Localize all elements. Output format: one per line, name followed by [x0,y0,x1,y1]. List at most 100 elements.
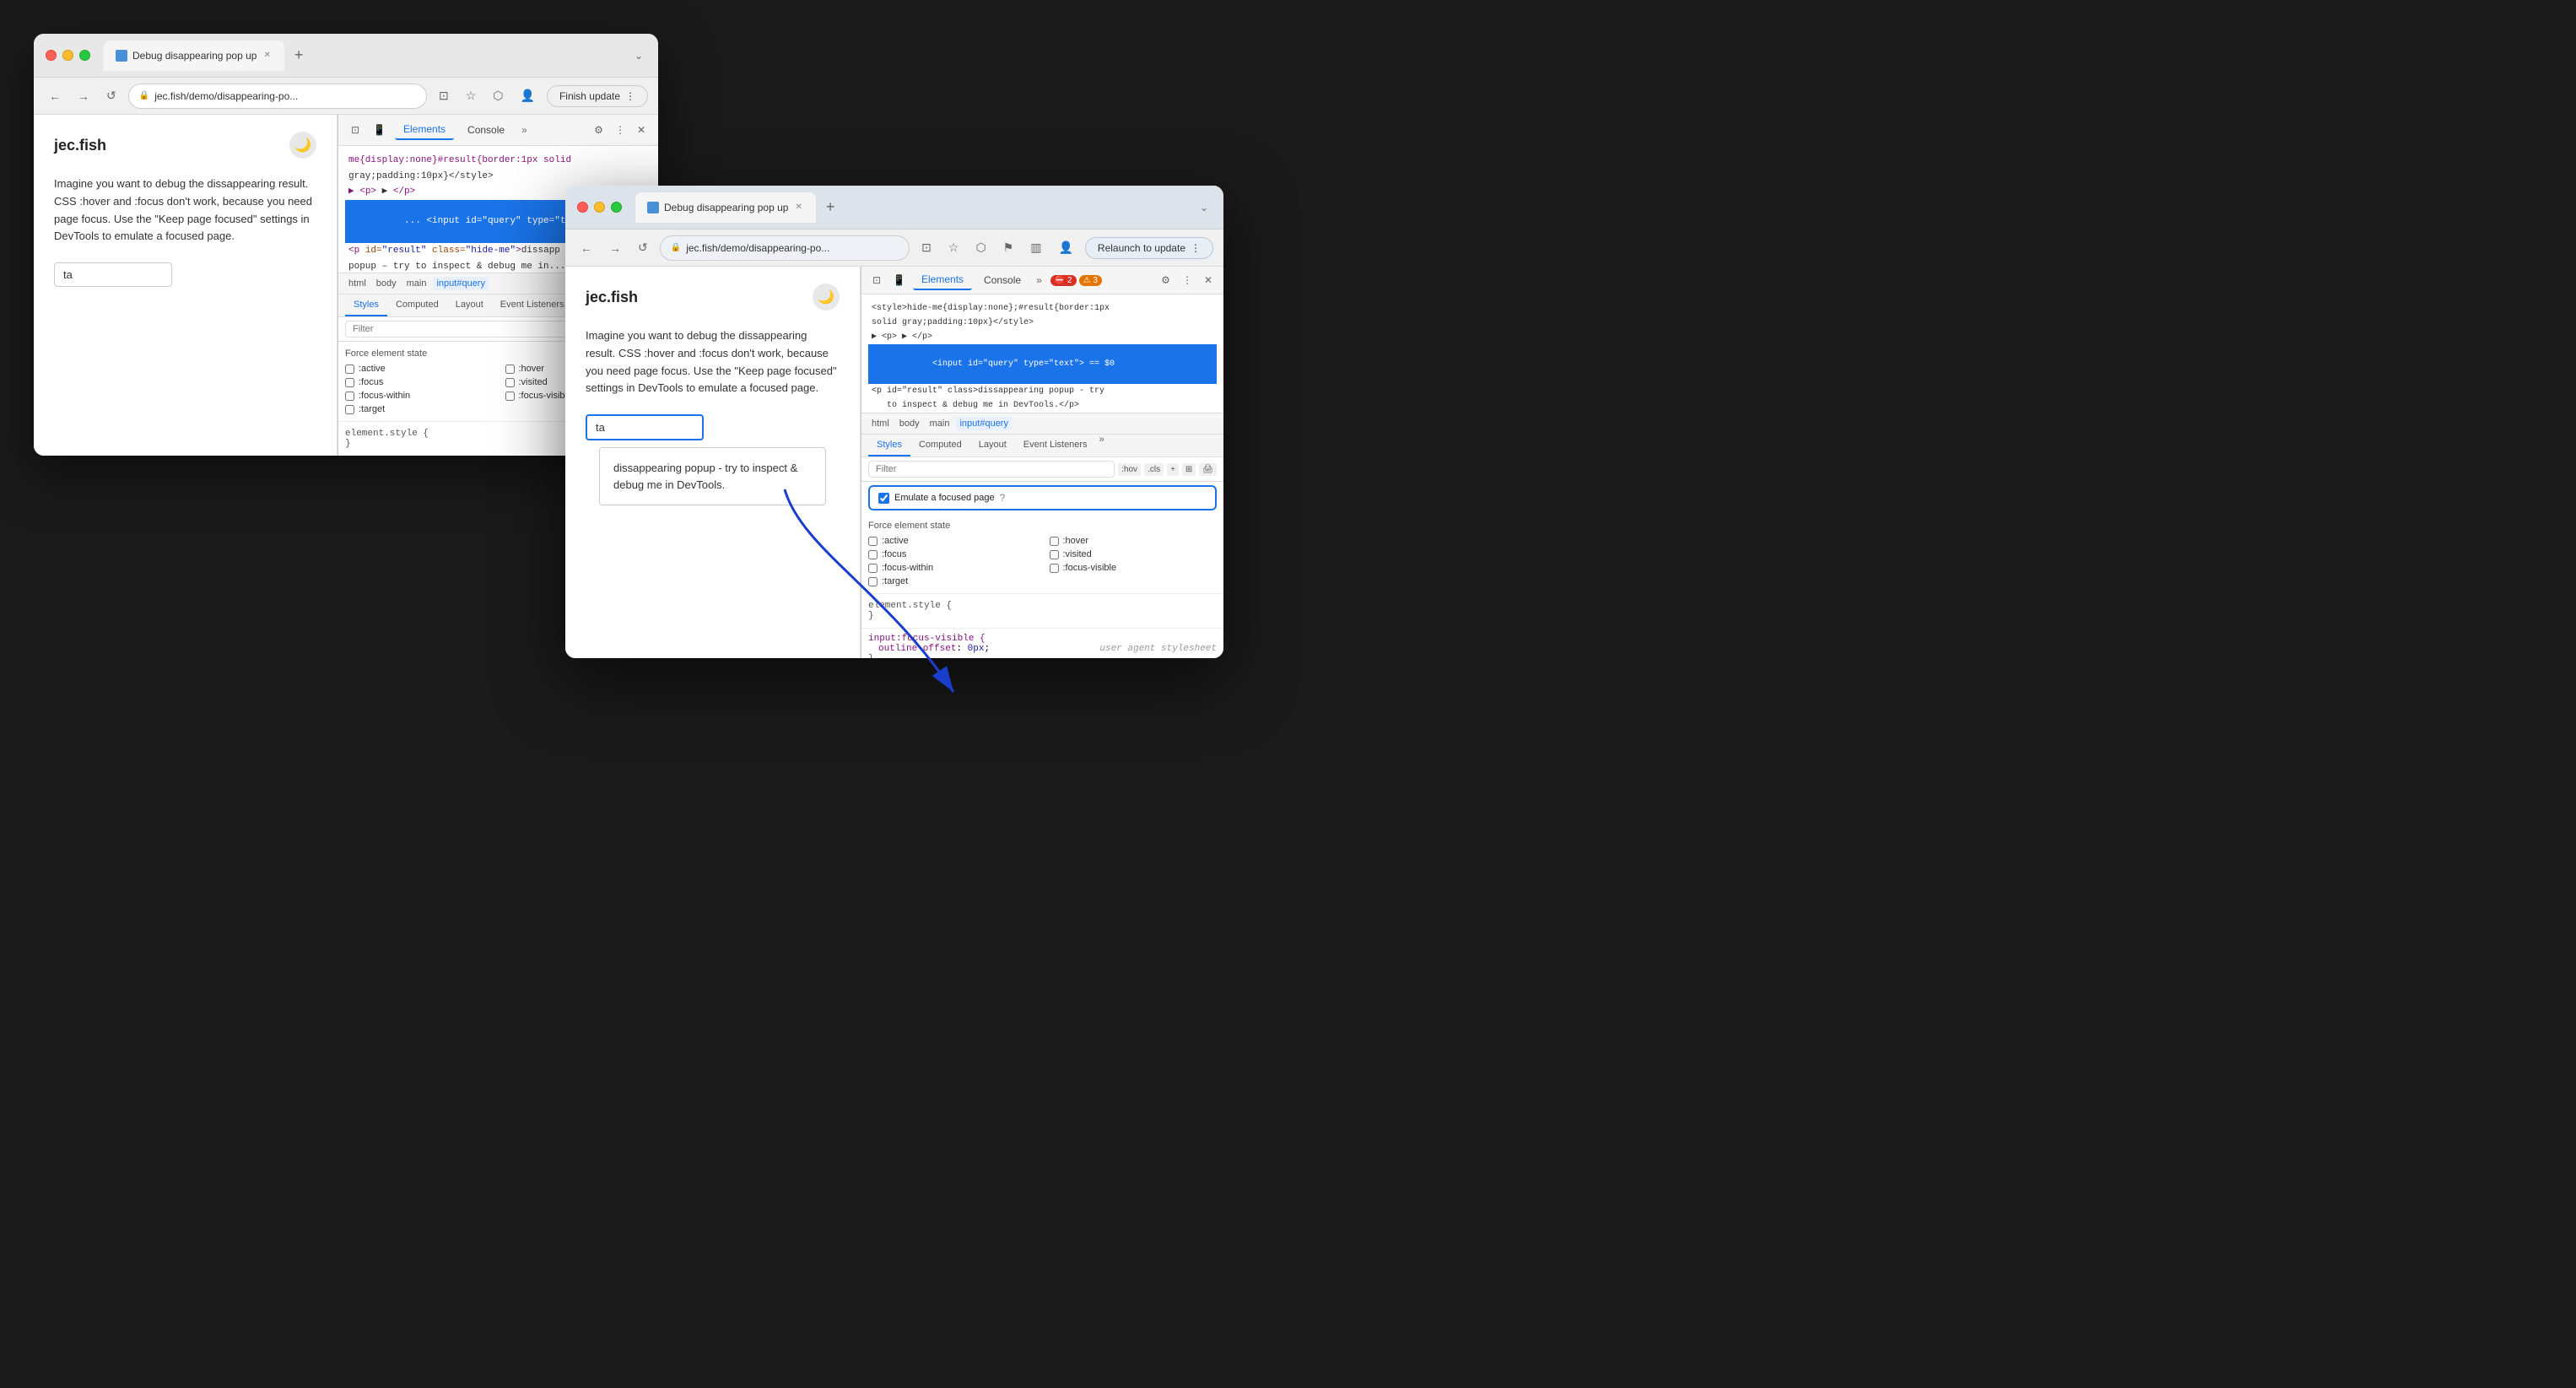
print-badge-2[interactable]: 🖨 [1199,463,1217,476]
reload-button-2[interactable]: ↺ [633,237,653,258]
layout-badge-2[interactable]: ⊞ [1182,463,1196,476]
bc2-body[interactable]: body [896,417,923,430]
cast-icon-1[interactable]: ⊡ [434,85,454,106]
settings-icon-2[interactable]: ⚙ [1157,272,1175,289]
focus-visible-state-2[interactable]: :focus-visible [1050,563,1218,573]
traffic-lights-1 [46,50,90,61]
devtools-2: ⊡ 📱 Elements Console » ⛔ 2 ⚠ 3 ⚙ ⋮ ✕ <st… [861,267,1223,658]
update-button-1[interactable]: Finish update ⋮ [547,85,648,107]
bc2-html[interactable]: html [868,417,893,430]
maximize-button-2[interactable] [611,202,622,213]
elements-tab-1[interactable]: Elements [395,120,454,140]
profile-icon-1[interactable]: 👤 [516,85,540,106]
bookmark-icon-2[interactable]: ☆ [943,237,964,258]
focus-state-2[interactable]: :focus [868,549,1036,559]
profile-icon-2[interactable]: 👤 [1053,237,1077,258]
close-button-2[interactable] [577,202,588,213]
bc2-input[interactable]: input#query [956,417,1012,430]
tab-close-2[interactable]: ✕ [793,201,803,213]
forward-button-2[interactable]: → [604,238,626,258]
active-state-2[interactable]: :active [868,536,1036,546]
more-tabs-2[interactable]: » [1033,271,1045,289]
more-tabs-1[interactable]: » [518,121,531,139]
extensions-icon-2[interactable]: ⬡ [970,237,991,258]
event-listeners-tab-2[interactable]: Event Listeners [1015,435,1096,456]
reload-button-1[interactable]: ↺ [101,85,122,106]
computed-tab-2[interactable]: Computed [910,435,970,456]
bc-html[interactable]: html [345,277,370,290]
bc-body[interactable]: body [373,277,400,290]
close-devtools-2[interactable]: ✕ [1200,272,1217,289]
new-tab-button-2[interactable]: + [819,195,842,219]
dom-line-2-6: to inspect & debug me in DevTools.</p> [868,398,1217,413]
query-input-1[interactable] [54,262,172,287]
focus-state[interactable]: :focus [345,377,492,387]
focus-within-state[interactable]: :focus-within [345,391,492,401]
active-state[interactable]: :active [345,364,492,374]
bc-input[interactable]: input#query [433,277,489,290]
dom-line-2-selected[interactable]: <input id="query" type="text"> == $0 [868,344,1217,384]
close-button[interactable] [46,50,57,61]
console-tab-2[interactable]: Console [975,271,1029,289]
bookmark-icon-1[interactable]: ☆ [461,85,482,106]
console-tab-1[interactable]: Console [459,121,513,139]
minimize-button[interactable] [62,50,73,61]
force-state-2: Force element state :active :hover :focu… [861,514,1223,593]
back-button-2[interactable]: ← [575,238,597,258]
filter-input-2[interactable] [868,461,1115,478]
sidebar-icon-2[interactable]: ▥ [1025,237,1046,258]
help-icon-2[interactable]: ? [1000,492,1006,504]
hover-state-2[interactable]: :hover [1050,536,1218,546]
address-bar-1[interactable]: 🔒 jec.fish/demo/disappearing-po... [128,84,427,109]
extensions-icon-1[interactable]: ⬡ [488,85,508,106]
hov-badge-2[interactable]: :hov [1118,463,1141,476]
maximize-button[interactable] [79,50,90,61]
update-button-2[interactable]: Relaunch to update ⋮ [1085,237,1213,259]
warn-badge-2: ⚠ 3 [1079,275,1102,286]
bc-main[interactable]: main [403,277,430,290]
event-listeners-tab-1[interactable]: Event Listeners [492,294,573,316]
target-state-2[interactable]: :target [868,576,1036,586]
force-state-title-2: Force element state [868,521,1217,531]
target-state[interactable]: :target [345,404,492,414]
back-button-1[interactable]: ← [44,86,66,106]
forward-button-1[interactable]: → [73,86,95,106]
layout-tab-1[interactable]: Layout [447,294,492,316]
styles-tab-2[interactable]: Styles [868,435,910,456]
inspect-icon-1[interactable]: ⊡ [347,122,364,138]
device-icon-1[interactable]: 📱 [369,122,390,138]
computed-tab-1[interactable]: Computed [387,294,447,316]
visited-state-2[interactable]: :visited [1050,549,1218,559]
emulate-focused-label: Emulate a focused page [894,493,995,503]
add-badge-2[interactable]: + [1167,463,1179,476]
minimize-button-2[interactable] [594,202,605,213]
more-options-icon-1[interactable]: ⋮ [611,122,629,138]
close-devtools-1[interactable]: ✕ [633,122,650,138]
accessibility-icon-2[interactable]: ⚑ [998,237,1019,258]
tab-close-1[interactable]: ✕ [262,49,272,62]
site-title-2: jec.fish [586,289,638,306]
focus-within-state-2[interactable]: :focus-within [868,563,1036,573]
cast-icon-2[interactable]: ⊡ [916,237,937,258]
inspect-icon-2[interactable]: ⊡ [868,272,885,289]
elements-tab-2[interactable]: Elements [913,270,972,290]
dark-mode-toggle-2[interactable]: 🌙 [813,284,840,311]
more-options-icon-2[interactable]: ⋮ [1178,272,1196,289]
filter-input-1[interactable] [345,321,570,338]
styles-more-2[interactable]: » [1099,435,1104,456]
emulate-focused-checkbox[interactable] [878,493,889,504]
cls-badge-2[interactable]: .cls [1144,463,1164,476]
device-icon-2[interactable]: 📱 [888,272,910,289]
layout-tab-2[interactable]: Layout [970,435,1015,456]
address-bar-2[interactable]: 🔒 jec.fish/demo/disappearing-po... [660,235,910,261]
new-tab-button-1[interactable]: + [288,43,311,68]
bc2-main[interactable]: main [926,417,953,430]
active-tab-2[interactable]: Debug disappearing pop up ✕ [635,192,816,223]
active-tab-1[interactable]: Debug disappearing pop up ✕ [104,41,284,71]
query-input-2[interactable] [586,414,704,440]
settings-icon-1[interactable]: ⚙ [590,122,608,138]
dark-mode-toggle-1[interactable]: 🌙 [289,132,316,159]
tab-dropdown-1[interactable]: ⌄ [631,46,646,65]
styles-tab-1[interactable]: Styles [345,294,387,316]
tab-dropdown-2[interactable]: ⌄ [1196,198,1212,217]
